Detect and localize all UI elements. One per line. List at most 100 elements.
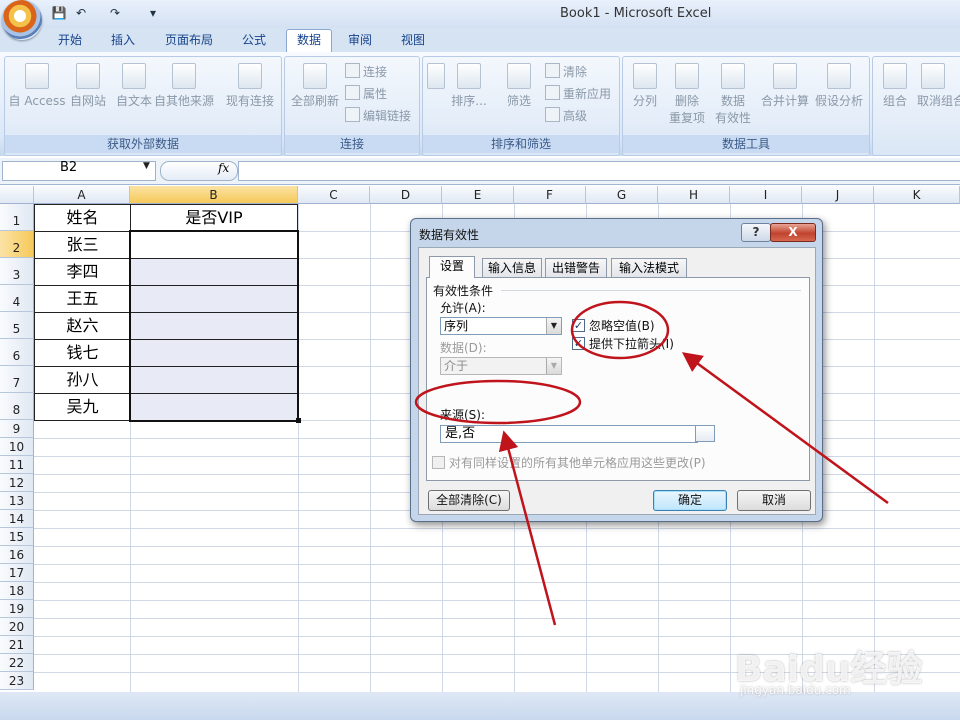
tab-insert[interactable]: 插入 <box>103 30 143 50</box>
cell-a8[interactable]: 吴九 <box>34 393 131 421</box>
column-header-g[interactable]: G <box>586 186 658 204</box>
cell-a4[interactable]: 王五 <box>34 285 131 313</box>
row-header-21[interactable]: 21 <box>0 636 34 654</box>
row-header-17[interactable]: 17 <box>0 564 34 582</box>
column-header-c[interactable]: C <box>298 186 370 204</box>
row-header-23[interactable]: 23 <box>0 672 34 690</box>
row-header-11[interactable]: 11 <box>0 456 34 474</box>
row-header-19[interactable]: 19 <box>0 600 34 618</box>
row-header-15[interactable]: 15 <box>0 528 34 546</box>
row-header-1[interactable]: 1 <box>0 204 34 231</box>
group-button[interactable]: 组合 <box>877 63 913 109</box>
redo-icon[interactable]: ↷ <box>106 5 124 21</box>
fx-icon[interactable]: fx <box>218 161 229 175</box>
tab-data[interactable]: 数据 <box>286 29 332 53</box>
row-header-2[interactable]: 2 <box>0 231 34 258</box>
column-header-b[interactable]: B <box>130 186 298 204</box>
row-header-18[interactable]: 18 <box>0 582 34 600</box>
ignore-blank-checkbox[interactable]: ✓ <box>572 319 585 332</box>
cell-a7[interactable]: 孙八 <box>34 366 131 394</box>
properties-button[interactable]: 属性 <box>345 85 387 102</box>
cell-a2[interactable]: 张三 <box>34 231 131 259</box>
text-to-columns-button[interactable]: 分列 <box>627 63 663 109</box>
help-button[interactable]: ? <box>741 223 771 242</box>
tab-settings[interactable]: 设置 <box>429 256 475 278</box>
filter-button[interactable]: 筛选 <box>501 63 537 109</box>
connections-button[interactable]: 连接 <box>345 63 387 80</box>
fill-handle[interactable] <box>296 418 301 423</box>
tab-review[interactable]: 审阅 <box>340 30 380 50</box>
chevron-down-icon[interactable]: ▼ <box>143 161 150 171</box>
chevron-down-icon[interactable]: ▼ <box>546 318 561 334</box>
clear-filter-button[interactable]: 清除 <box>545 63 587 80</box>
existing-connections-button[interactable]: 现有连接 <box>223 63 277 109</box>
formula-input[interactable] <box>238 161 960 181</box>
sort-button[interactable]: 排序... <box>449 63 489 109</box>
source-input[interactable]: 是,否 <box>440 425 698 443</box>
column-header-e[interactable]: E <box>442 186 514 204</box>
tab-input-message[interactable]: 输入信息 <box>482 258 542 277</box>
name-box[interactable] <box>2 161 156 181</box>
chevron-down-icon[interactable]: ▼ <box>546 358 561 374</box>
ungroup-button[interactable]: 取消组合 <box>917 63 960 109</box>
in-cell-dropdown-checkbox[interactable]: ✓ <box>572 337 585 350</box>
data-validation-button[interactable]: 数据 有效性 <box>711 63 755 126</box>
row-header-3[interactable]: 3 <box>0 258 34 285</box>
column-header-d[interactable]: D <box>370 186 442 204</box>
from-access-button[interactable]: 自 Access <box>7 63 67 109</box>
advanced-filter-button[interactable]: 高级 <box>545 107 587 124</box>
row-header-13[interactable]: 13 <box>0 492 34 510</box>
row-header-12[interactable]: 12 <box>0 474 34 492</box>
column-header-f[interactable]: F <box>514 186 586 204</box>
select-all-corner[interactable] <box>0 186 34 204</box>
row-header-22[interactable]: 22 <box>0 654 34 672</box>
save-icon[interactable]: 💾 <box>50 5 68 21</box>
undo-icon[interactable]: ↶ <box>72 5 90 21</box>
row-header-8[interactable]: 8 <box>0 393 34 420</box>
column-header-a[interactable]: A <box>34 186 130 204</box>
what-if-button[interactable]: 假设分析 <box>813 63 865 109</box>
ok-button[interactable]: 确定 <box>653 490 727 511</box>
apply-all-checkbox[interactable] <box>432 456 445 469</box>
tab-view[interactable]: 视图 <box>393 30 433 50</box>
sort-az-button[interactable] <box>425 63 447 92</box>
clear-all-button[interactable]: 全部清除(C) <box>428 490 510 511</box>
cell-b1[interactable]: 是否VIP <box>130 204 298 232</box>
column-header-h[interactable]: H <box>658 186 730 204</box>
close-button[interactable]: X <box>770 223 816 242</box>
row-header-10[interactable]: 10 <box>0 438 34 456</box>
column-header-i[interactable]: I <box>730 186 802 204</box>
row-header-6[interactable]: 6 <box>0 339 34 366</box>
cancel-button[interactable]: 取消 <box>737 490 811 511</box>
tab-page-layout[interactable]: 页面布局 <box>158 30 220 50</box>
office-button[interactable] <box>2 0 42 40</box>
edit-links-button[interactable]: 编辑链接 <box>345 107 411 124</box>
collapse-dialog-icon[interactable] <box>695 425 715 442</box>
consolidate-button[interactable]: 合并计算 <box>759 63 811 109</box>
cell-a3[interactable]: 李四 <box>34 258 131 286</box>
from-other-sources-button[interactable]: 自其他来源 <box>151 63 217 109</box>
column-header-k[interactable]: K <box>874 186 960 204</box>
tab-home[interactable]: 开始 <box>50 30 90 50</box>
remove-duplicates-button[interactable]: 删除 重复项 <box>667 63 707 126</box>
data-select[interactable]: 介于 ▼ <box>440 357 562 375</box>
row-header-9[interactable]: 9 <box>0 420 34 438</box>
tab-error-alert[interactable]: 出错警告 <box>545 258 607 277</box>
customize-icon[interactable]: ▾ <box>144 5 162 21</box>
refresh-all-button[interactable]: 全部刷新 <box>287 63 343 109</box>
cell-a1[interactable]: 姓名 <box>34 204 131 232</box>
reapply-button[interactable]: 重新应用 <box>545 85 611 102</box>
allow-select[interactable]: 序列 ▼ <box>440 317 562 335</box>
row-header-16[interactable]: 16 <box>0 546 34 564</box>
column-header-j[interactable]: J <box>802 186 874 204</box>
row-header-4[interactable]: 4 <box>0 285 34 312</box>
row-header-20[interactable]: 20 <box>0 618 34 636</box>
row-header-7[interactable]: 7 <box>0 366 34 393</box>
row-header-14[interactable]: 14 <box>0 510 34 528</box>
cell-a6[interactable]: 钱七 <box>34 339 131 367</box>
from-web-button[interactable]: 自网站 <box>63 63 113 109</box>
row-header-5[interactable]: 5 <box>0 312 34 339</box>
cell-a5[interactable]: 赵六 <box>34 312 131 340</box>
tab-formulas[interactable]: 公式 <box>234 30 274 50</box>
tab-ime-mode[interactable]: 输入法模式 <box>611 258 687 277</box>
